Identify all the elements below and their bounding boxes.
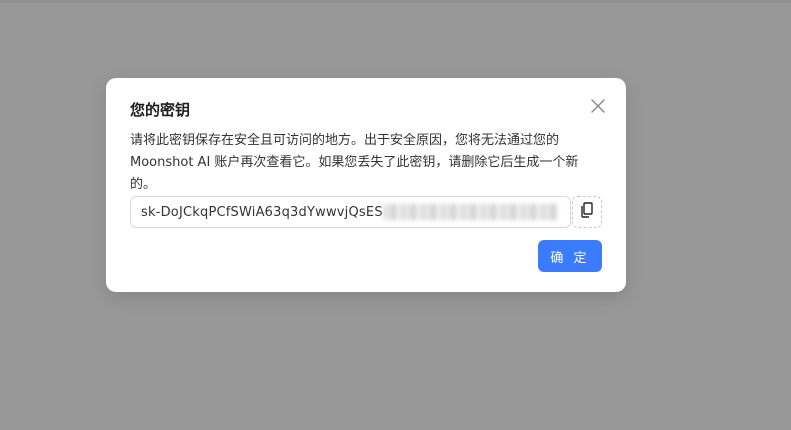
- api-key-redacted-part: [383, 204, 558, 220]
- page-top-border: [0, 0, 791, 3]
- copy-icon: [580, 202, 594, 222]
- api-key-dialog: 您的密钥 请将此密钥保存在安全且可访问的地方。出于安全原因，您将无法通过您的 M…: [106, 78, 626, 292]
- api-key-text[interactable]: sk-DoJCkqPCfSWiA63q3dYwwvjQsES: [141, 205, 383, 220]
- close-icon: [590, 98, 606, 114]
- copy-button[interactable]: [572, 196, 602, 228]
- confirm-button[interactable]: 确 定: [538, 240, 602, 272]
- close-button[interactable]: [590, 98, 606, 114]
- dialog-title: 您的密钥: [130, 101, 191, 119]
- dialog-description: 请将此密钥保存在安全且可访问的地方。出于安全原因，您将无法通过您的 Moonsh…: [130, 133, 579, 192]
- api-key-field[interactable]: sk-DoJCkqPCfSWiA63q3dYwwvjQsES: [130, 196, 571, 228]
